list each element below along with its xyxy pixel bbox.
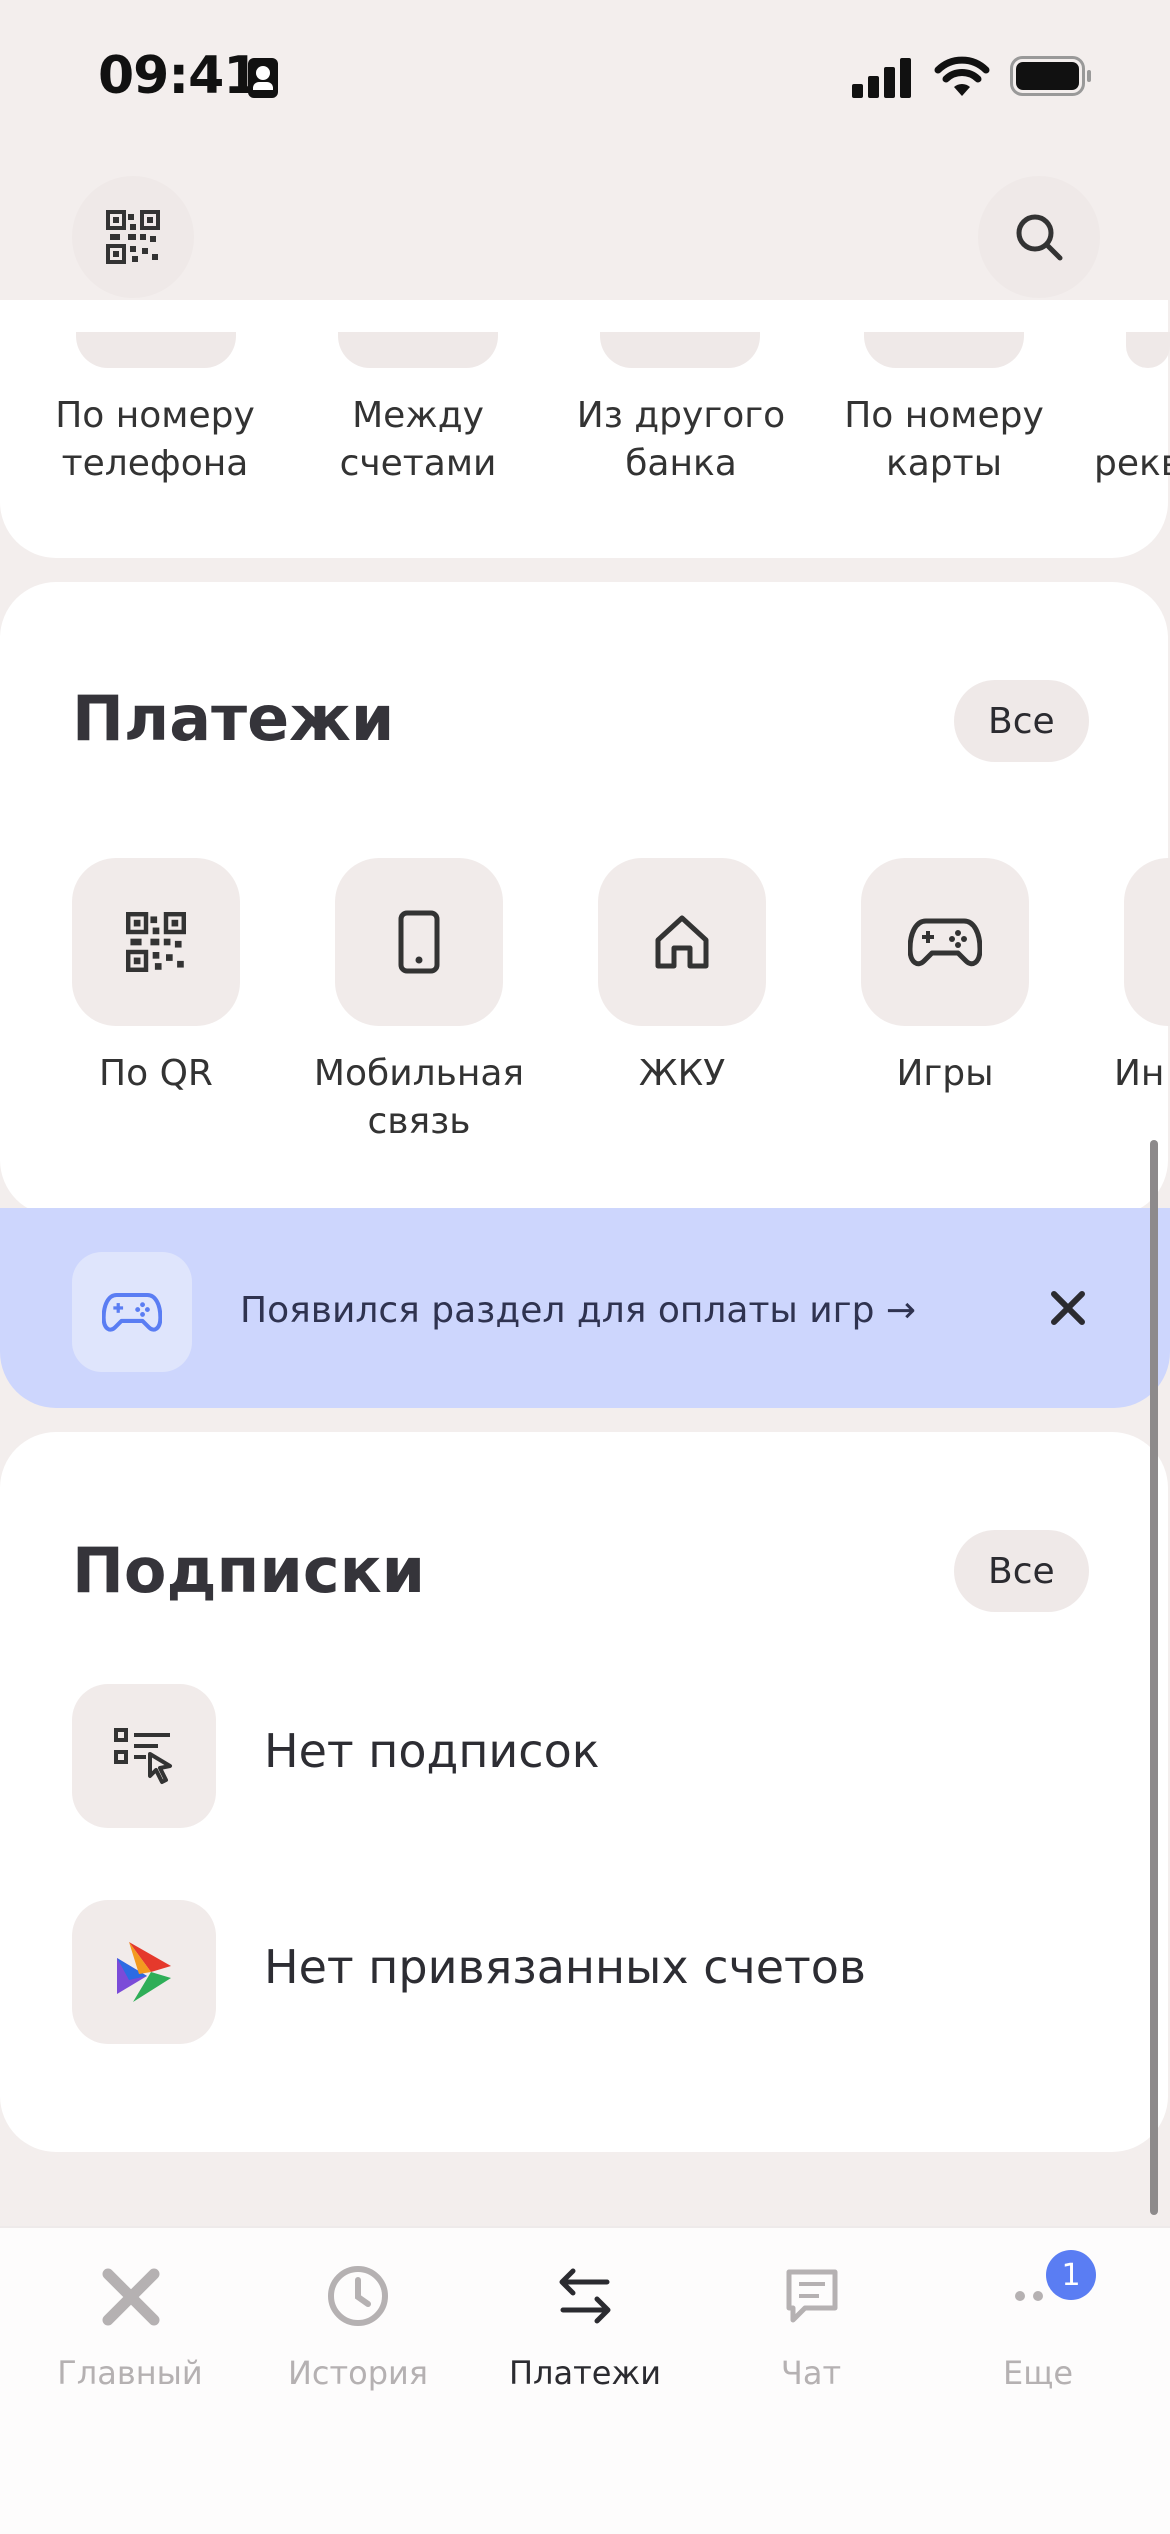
tab-home[interactable]: Главный	[20, 2250, 240, 2410]
tab-more[interactable]: 1 Еще	[928, 2250, 1148, 2410]
qr-code-icon	[126, 912, 186, 972]
subscription-list-icon	[114, 1728, 172, 1784]
transfer-by-requisites[interactable]: рекв	[1094, 440, 1170, 488]
payment-tile-internet[interactable]	[1124, 858, 1170, 1026]
payment-label-games: Игры	[896, 1053, 994, 1094]
tab-history[interactable]: История	[248, 2250, 468, 2410]
clock-icon	[328, 2266, 388, 2326]
payment-label-qr: По QR	[99, 1053, 213, 1094]
payment-label-mobile: Мобильная связь	[313, 1053, 525, 1142]
tab-chat-label: Чат	[780, 2354, 842, 2392]
subscriptions-all-button[interactable]: Все	[954, 1530, 1089, 1612]
search-button[interactable]	[978, 176, 1100, 298]
payments-title: Платежи	[72, 682, 395, 755]
tab-more-label: Еще	[1002, 2354, 1074, 2392]
no-subscriptions-text[interactable]: Нет подписок	[264, 1724, 600, 1778]
transfer-tile-stub[interactable]	[76, 332, 236, 368]
search-icon	[1016, 214, 1063, 261]
house-icon	[655, 915, 709, 969]
gamepad-icon	[908, 918, 982, 967]
payment-label-utilities: ЖКУ	[638, 1053, 726, 1094]
transfer-by-card[interactable]: По номеру карты	[829, 392, 1059, 488]
transfer-by-phone[interactable]: По номеру телефона	[40, 392, 270, 488]
battery-icon	[1010, 56, 1092, 100]
banner-close-button[interactable]	[1040, 1280, 1096, 1336]
subscriptions-title: Подписки	[72, 1534, 426, 1607]
gamepad-icon	[102, 1292, 162, 1332]
qr-scan-button[interactable]	[72, 176, 194, 298]
wifi-icon	[934, 54, 990, 102]
scrollbar[interactable]	[1150, 1140, 1158, 2215]
payment-tile-utilities[interactable]	[598, 858, 766, 1026]
tab-chat[interactable]: Чат	[701, 2250, 921, 2410]
tab-payments[interactable]: Платежи	[475, 2250, 695, 2410]
transfer-between-accounts[interactable]: Между счетами	[303, 392, 533, 488]
sim-card-icon	[248, 58, 278, 98]
banner-icon-box	[72, 1252, 192, 1372]
transfer-arrows-icon	[559, 2268, 611, 2324]
tab-history-label: История	[287, 2354, 429, 2392]
cellular-signal-icon	[852, 58, 914, 102]
transfer-from-other-bank[interactable]: Из другого банка	[566, 392, 796, 488]
chat-icon	[786, 2269, 838, 2323]
banner-text[interactable]: Появился раздел для оплаты игр →	[240, 1290, 916, 1331]
transfer-tile-stub[interactable]	[864, 332, 1024, 368]
tab-home-label: Главный	[57, 2354, 203, 2392]
payments-all-button[interactable]: Все	[954, 680, 1089, 762]
payment-tile-games[interactable]	[861, 858, 1029, 1026]
payment-label-internet: Ин	[1114, 1053, 1165, 1094]
close-icon	[1051, 1291, 1085, 1325]
home-logo-icon	[102, 2268, 160, 2326]
payment-tile-qr[interactable]	[72, 858, 240, 1026]
status-time: 09:41	[98, 46, 260, 106]
subscriptions-row-icon-box	[72, 1684, 216, 1828]
transfer-tile-stub[interactable]	[338, 332, 498, 368]
no-linked-accounts-text[interactable]: Нет привязанных счетов	[264, 1940, 866, 1994]
accounts-row-icon-box	[72, 1900, 216, 2044]
transfer-tile-stub[interactable]	[600, 332, 760, 368]
mobile-phone-icon	[398, 910, 440, 974]
tab-payments-label: Платежи	[508, 2354, 662, 2392]
colorful-arrows-logo-icon	[117, 1942, 171, 2002]
notification-badge: 1	[1046, 2250, 1096, 2300]
qr-code-icon	[106, 210, 160, 264]
payment-tile-mobile[interactable]	[335, 858, 503, 1026]
